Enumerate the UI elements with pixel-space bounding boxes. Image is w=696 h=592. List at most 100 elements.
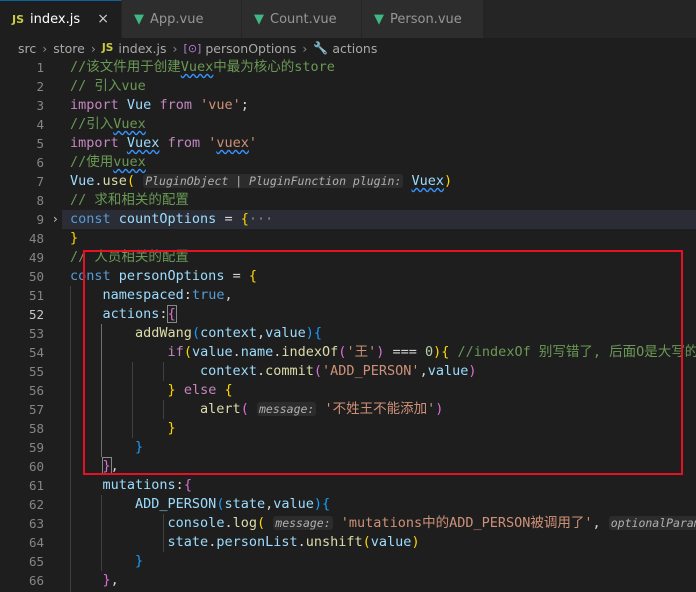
- code-line[interactable]: 58 }: [0, 419, 696, 438]
- code-line[interactable]: 63 console.log( message: 'mutations中的ADD…: [0, 514, 696, 533]
- code-token: .: [224, 515, 233, 531]
- line-number: 55: [28, 364, 44, 379]
- code-line[interactable]: 60 },: [0, 457, 696, 476]
- code-text[interactable]: }: [70, 552, 143, 571]
- code-line[interactable]: 59 }: [0, 438, 696, 457]
- code-text[interactable]: mutations:{: [70, 476, 192, 495]
- code-token: value: [273, 496, 314, 512]
- code-line[interactable]: 7 Vue.use( PluginObject | PluginFunction …: [0, 172, 696, 191]
- code-text[interactable]: import Vuex from 'vuex': [70, 134, 257, 153]
- code-text[interactable]: ADD_PERSON(state,value){: [70, 495, 330, 514]
- code-text[interactable]: // 引入vue: [70, 77, 146, 96]
- line-number: 49: [28, 250, 44, 265]
- code-line[interactable]: 50 const personOptions = {: [0, 267, 696, 286]
- code-line[interactable]: 6 //使用vuex: [0, 153, 696, 172]
- code-token: }: [167, 420, 176, 436]
- line-number: 1: [36, 60, 44, 75]
- code-line[interactable]: 2 // 引入vue: [0, 77, 696, 96]
- code-token: }: [101, 457, 112, 475]
- code-line[interactable]: 51 namespaced:true,: [0, 286, 696, 305]
- code-text[interactable]: //引入Vuex: [70, 115, 146, 134]
- code-line[interactable]: 55 context.commit('ADD_PERSON',value): [0, 362, 696, 381]
- code-line[interactable]: 57 alert( message: '不姓王不能添加'): [0, 400, 696, 419]
- code-line[interactable]: 4 //引入Vuex: [0, 115, 696, 134]
- code-line[interactable]: 64 state.personList.unshift(value): [0, 533, 696, 552]
- code-text[interactable]: import Vue from 'vue';: [70, 96, 249, 115]
- code-text[interactable]: Vue.use( PluginObject | PluginFunction p…: [70, 172, 452, 191]
- breadcrumb-file[interactable]: index.js: [118, 41, 166, 56]
- breadcrumb-method[interactable]: actions: [332, 41, 377, 56]
- code-text[interactable]: const personOptions = {: [70, 267, 257, 286]
- code-line[interactable]: 49 // 人员相关的配置: [0, 248, 696, 267]
- code-text[interactable]: alert( message: '不姓王不能添加'): [70, 400, 443, 419]
- code-line[interactable]: 66 },: [0, 571, 696, 590]
- chevron-right-icon: ›: [42, 40, 48, 56]
- code-line[interactable]: 61 mutations:{: [0, 476, 696, 495]
- code-token: vuex: [216, 135, 249, 151]
- breadcrumb-object[interactable]: personOptions: [205, 41, 296, 56]
- code-token: (: [362, 534, 371, 550]
- code-line[interactable]: 52 actions:{: [0, 305, 696, 324]
- code-line[interactable]: 65 }: [0, 552, 696, 571]
- code-text[interactable]: }: [70, 438, 143, 457]
- code-token: //indexOf 别写错了, 后面O是大写的: [457, 344, 696, 360]
- code-text[interactable]: addWang(context,value){: [70, 324, 322, 343]
- code-token: vuex: [113, 154, 146, 170]
- code-text[interactable]: },: [70, 571, 119, 590]
- code-line[interactable]: 53 addWang(context,value){: [0, 324, 696, 343]
- code-token: (: [126, 173, 136, 189]
- code-line[interactable]: 56 } else {: [0, 381, 696, 400]
- code-text[interactable]: // 人员相关的配置: [70, 248, 189, 267]
- code-line[interactable]: 54 if(value.name.indexOf('王') === 0){ //…: [0, 343, 696, 362]
- code-line[interactable]: 3 import Vue from 'vue';: [0, 96, 696, 115]
- code-text[interactable]: },: [70, 457, 119, 476]
- code-token: {: [224, 382, 233, 398]
- javascript-file-icon: JS: [101, 42, 114, 54]
- vue-file-icon: ▼: [254, 11, 264, 27]
- code-line[interactable]: 62 ADD_PERSON(state,value){: [0, 495, 696, 514]
- tab-count-vue[interactable]: ▼ Count.vue: [242, 0, 362, 38]
- tab-index-js[interactable]: JS index.js ×: [0, 0, 122, 38]
- code-text[interactable]: const countOptions = {···: [70, 210, 273, 229]
- tab-app-vue[interactable]: ▼ App.vue: [122, 0, 242, 38]
- code-token: 'ADD_PERSON': [322, 363, 420, 379]
- code-text[interactable]: if(value.name.indexOf('王') === 0){ //ind…: [70, 343, 696, 362]
- code-token: log: [232, 515, 257, 531]
- line-number: 6: [36, 155, 44, 170]
- tab-label: Person.vue: [390, 11, 462, 27]
- fold-chevron-icon[interactable]: ›: [53, 210, 58, 229]
- code-token: Vuex: [180, 59, 214, 75]
- breadcrumb-store[interactable]: store: [53, 41, 85, 56]
- code-token: context: [200, 363, 257, 379]
- code-line[interactable]: 1 //该文件用于创建Vuex中最为核心的store: [0, 58, 696, 77]
- code-text[interactable]: // 求和相关的配置: [70, 191, 189, 210]
- code-text[interactable]: console.log( message: 'mutations中的ADD_PE…: [70, 514, 696, 533]
- code-line[interactable]: 48}: [0, 229, 696, 248]
- line-number: 53: [28, 326, 44, 341]
- close-icon[interactable]: ×: [97, 11, 109, 27]
- wrench-icon: 🔧: [313, 41, 329, 55]
- code-text[interactable]: //该文件用于创建Vuex中最为核心的store: [70, 58, 335, 77]
- code-text[interactable]: state.personList.unshift(value): [70, 533, 420, 552]
- parameter-hint: message:: [256, 402, 317, 416]
- code-text[interactable]: //使用vuex: [70, 153, 146, 172]
- code-line[interactable]: 5 import Vuex from 'vuex': [0, 134, 696, 153]
- code-text[interactable]: } else {: [70, 381, 233, 400]
- code-text[interactable]: }: [70, 419, 176, 438]
- code-text[interactable]: context.commit('ADD_PERSON',value): [70, 362, 476, 381]
- breadcrumb-src[interactable]: src: [18, 41, 36, 56]
- tab-person-vue[interactable]: ▼ Person.vue: [362, 0, 484, 38]
- code-text[interactable]: }: [70, 229, 78, 248]
- code-line[interactable]: 9 › const countOptions = {···: [0, 210, 696, 229]
- code-line[interactable]: 8 // 求和相关的配置: [0, 191, 696, 210]
- code-text[interactable]: actions:{: [70, 305, 177, 324]
- code-token: Vuex: [113, 116, 146, 132]
- code-editor[interactable]: 1 //该文件用于创建Vuex中最为核心的store 2// 引入vue 3 impor…: [0, 58, 696, 592]
- code-token: //该文件用于创建: [70, 59, 181, 75]
- code-token: Vuex: [126, 135, 160, 151]
- code-text[interactable]: namespaced:true,: [70, 286, 233, 305]
